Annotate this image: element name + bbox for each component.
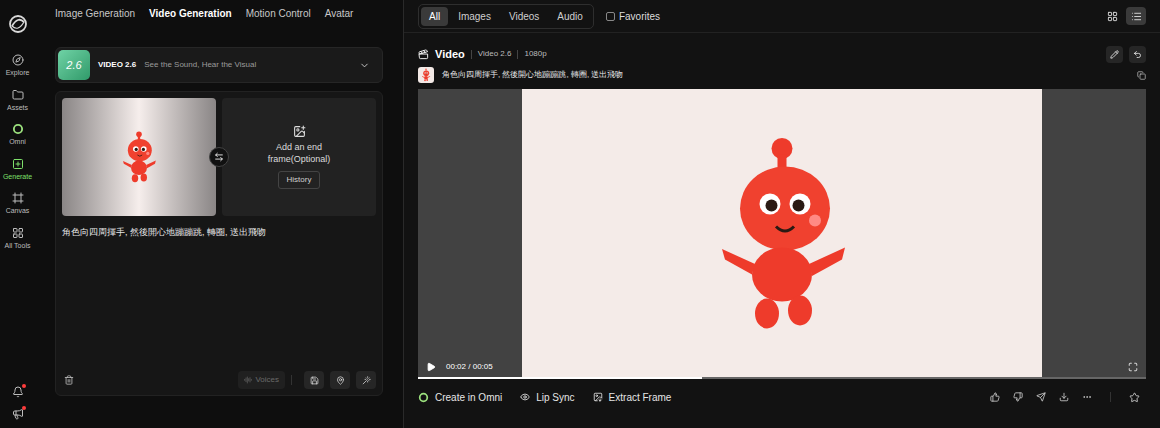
tool-button[interactable] <box>356 371 376 389</box>
trash-icon[interactable] <box>64 375 74 385</box>
action-icon[interactable] <box>1013 392 1023 402</box>
sidebar-item[interactable]: Assets <box>1 89 35 114</box>
model-thumb: 2.6 <box>58 50 90 80</box>
video-player[interactable]: 00:02 / 00:05 <box>418 89 1146 379</box>
fullscreen-icon[interactable] <box>1128 362 1138 372</box>
logo-icon[interactable] <box>8 14 28 34</box>
tool-icon <box>362 376 371 385</box>
bell-icon <box>12 386 24 398</box>
video-frame <box>522 89 1042 379</box>
undo-button[interactable] <box>1129 46 1146 63</box>
top-tabs: Image Generation Video Generation Motion C… <box>55 0 383 27</box>
edit-button[interactable] <box>1106 46 1123 63</box>
sidebar-item[interactable]: Omni <box>1 123 35 148</box>
action-icon[interactable] <box>1059 392 1069 402</box>
tool-button[interactable] <box>330 371 350 389</box>
sidebar-item-icon <box>12 227 24 239</box>
top-tab[interactable]: Motion Control <box>246 6 311 21</box>
filter-bar: AllImagesVideosAudio Favorites <box>404 0 1160 33</box>
action-button[interactable]: Create in Omni <box>418 390 502 405</box>
sidebar-item[interactable]: Explore <box>1 54 35 79</box>
top-tab[interactable]: Image Generation <box>55 6 135 21</box>
action-icon[interactable] <box>1036 392 1046 402</box>
lip-sync-icon <box>520 392 530 402</box>
input-card: Add an end frame(Optional)History 角色向四周揮手… <box>55 91 383 396</box>
sidebar-item-icon <box>12 192 24 204</box>
action-icon[interactable] <box>990 392 1000 402</box>
list-icon <box>1131 11 1142 22</box>
action-icon[interactable] <box>1082 392 1092 402</box>
star-icon[interactable] <box>1129 392 1140 403</box>
megaphone-icon <box>12 408 24 420</box>
sidebar-item-icon <box>12 89 24 101</box>
tool-icon <box>310 376 319 385</box>
omni-icon <box>12 123 24 135</box>
character-drawing <box>707 134 857 334</box>
video-icon <box>418 49 429 60</box>
play-icon[interactable] <box>426 362 436 372</box>
progress-bar[interactable] <box>418 377 1146 379</box>
generation-panel: Image Generation Video Generation Motion C… <box>35 0 403 428</box>
audio-lines-icon <box>244 376 252 384</box>
model-selector[interactable]: 2.6VIDEO 2.6See the Sound, Hear the Visu… <box>55 47 383 83</box>
extract-frame-icon <box>593 392 603 402</box>
sidebar: Explore Assets Omni Generate Canvas All Tools <box>0 0 35 428</box>
action-button[interactable]: Lip Sync <box>520 390 574 405</box>
badge-dot <box>22 384 26 388</box>
prompt-text[interactable]: 角色向四周揮手, 然後開心地蹦蹦跳, 轉圈, 送出飛吻 <box>62 226 376 240</box>
result-thumbnail[interactable] <box>418 67 434 83</box>
view-mode-button[interactable] <box>1102 7 1122 25</box>
filter-tab[interactable]: All <box>421 7 448 26</box>
player-controls: 00:02 / 00:05 <box>418 361 1146 373</box>
grid-icon <box>1107 11 1118 22</box>
badge-dot <box>22 406 26 410</box>
view-mode-button[interactable] <box>1126 7 1146 25</box>
top-tab[interactable]: Avatar <box>325 6 354 21</box>
voices-button[interactable]: Voices <box>238 371 285 389</box>
app: Explore Assets Omni Generate Canvas All Tools… <box>0 0 1160 428</box>
tool-button[interactable] <box>304 371 324 389</box>
sidebar-bottom-button[interactable] <box>12 386 24 398</box>
filter-tab[interactable]: Images <box>450 7 499 26</box>
action-button[interactable]: Extract Frame <box>593 390 672 405</box>
history-button[interactable]: History <box>278 171 321 189</box>
sidebar-item[interactable]: All Tools <box>1 227 35 252</box>
character-drawing <box>119 127 159 187</box>
pencil-icon <box>1110 50 1119 59</box>
sidebar-item[interactable]: Generate <box>1 158 35 183</box>
results-panel: AllImagesVideosAudio Favorites VideoVideo … <box>403 0 1160 428</box>
undo-icon <box>1133 50 1142 59</box>
filter-tab[interactable]: Audio <box>549 7 591 26</box>
top-tab[interactable]: Video Generation <box>149 6 232 21</box>
favorites-checkbox[interactable]: Favorites <box>606 9 660 24</box>
result-prompt-row: 角色向四周揮手, 然後開心地蹦蹦跳, 轉圈, 送出飛吻 <box>418 67 1146 83</box>
swap-button[interactable] <box>209 147 229 167</box>
sidebar-item[interactable]: Canvas <box>1 192 35 217</box>
start-frame-image[interactable] <box>62 98 216 216</box>
end-frame-dropzone[interactable]: Add an end frame(Optional)History <box>222 98 376 216</box>
filter-tab[interactable]: Videos <box>501 7 547 26</box>
chevron-down-icon <box>359 60 370 71</box>
image-plus-icon <box>293 125 306 138</box>
character-drawing <box>421 68 431 82</box>
sidebar-item-icon <box>12 158 24 170</box>
progress-fill <box>418 377 702 379</box>
result-header: VideoVideo 2.61080p <box>418 45 1146 63</box>
sidebar-item-icon <box>12 54 24 66</box>
tool-icon <box>336 376 345 385</box>
swap-icon <box>214 152 224 162</box>
action-bar: Create in Omni Lip Sync Extract Frame <box>418 379 1146 415</box>
input-toolbar: Voices <box>62 371 376 389</box>
sidebar-bottom-button[interactable] <box>12 408 24 420</box>
omni-icon <box>418 392 429 403</box>
copy-icon[interactable] <box>1137 71 1146 80</box>
